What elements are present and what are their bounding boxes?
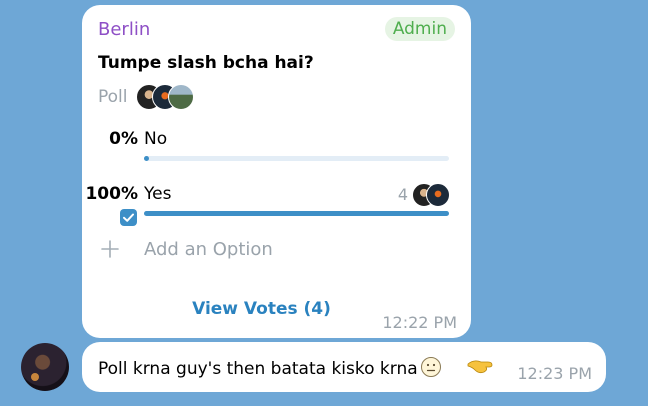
admin-badge: Admin (384, 17, 455, 41)
neutral-face-icon (420, 356, 442, 378)
avatar-detail (31, 373, 39, 381)
option-voters[interactable] (412, 183, 450, 207)
view-votes-label: View Votes (4) (192, 299, 331, 319)
option-progress-fill (144, 156, 149, 161)
avatar[interactable] (21, 343, 69, 391)
text-message-bubble: Poll krna guy's then batata kisko krna 1… (82, 342, 606, 392)
option-label: No (144, 129, 168, 149)
recent-voters (136, 84, 206, 110)
add-option-button[interactable]: Add an Option (100, 239, 400, 265)
chat-view: Berlin Admin Tumpe slash bcha hai? Poll … (0, 0, 648, 406)
option-vote-count: 4 (397, 185, 408, 204)
poll-option-no[interactable]: 0% No (82, 129, 471, 169)
option-progress-fill (144, 211, 449, 216)
message-time: 12:22 PM (382, 313, 457, 332)
message-text-line: Poll krna guy's then batata kisko krna (98, 356, 442, 379)
add-option-label: Add an Option (144, 239, 273, 260)
sender-name[interactable]: Berlin (98, 19, 150, 40)
voter-avatar (168, 84, 194, 110)
poll-type-label: Poll (98, 87, 128, 107)
poll-question: Tumpe slash bcha hai? (98, 53, 314, 73)
message-time: 12:23 PM (517, 364, 592, 383)
option-percent: 0% (109, 129, 138, 149)
pointing-hand-icon (466, 355, 496, 379)
option-progress-track (144, 156, 449, 161)
plus-icon (100, 239, 120, 259)
option-label: Yes (144, 184, 172, 204)
message-text: Poll krna guy's then batata kisko krna (98, 359, 418, 379)
option-percent: 100% (85, 184, 138, 204)
selected-check-icon (120, 209, 137, 226)
poll-message-bubble: Berlin Admin Tumpe slash bcha hai? Poll … (82, 5, 471, 338)
option-progress-track (144, 211, 449, 216)
poll-option-yes[interactable]: 100% Yes 4 (82, 183, 471, 226)
voter-avatar (426, 183, 450, 207)
